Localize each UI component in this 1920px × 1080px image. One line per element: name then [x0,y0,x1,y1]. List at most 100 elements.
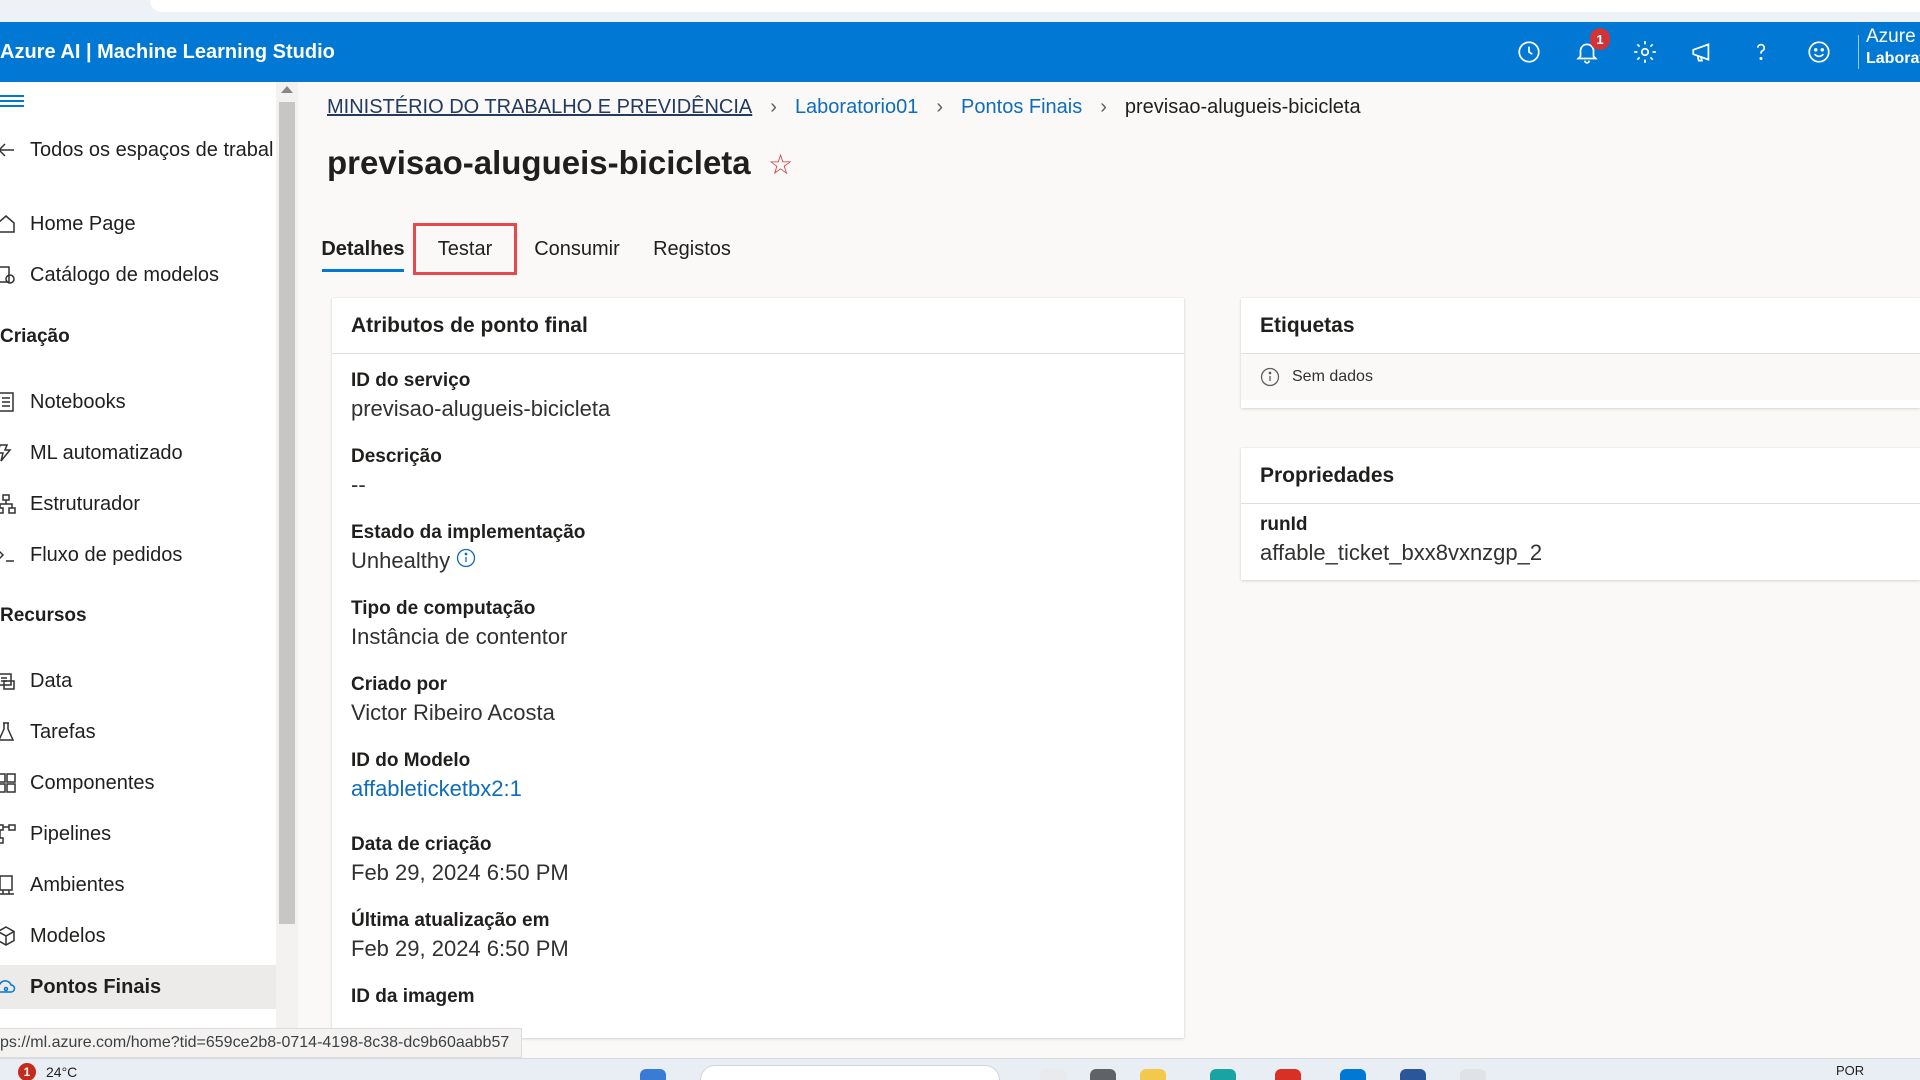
sidebar-item-model-catalog[interactable]: Catálogo de modelos [0,253,276,297]
card-title: Atributos de ponto final [332,298,1184,354]
header-separator [1858,35,1859,69]
feedback-smiley-icon[interactable] [1790,22,1848,82]
taskbar-app-icon[interactable] [1140,1069,1166,1080]
taskbar-app-icon[interactable] [1040,1069,1066,1080]
start-icon[interactable] [640,1069,666,1080]
sidebar-item-notebooks[interactable]: Notebooks [0,380,276,424]
announcement-icon[interactable] [1674,22,1732,82]
sidebar-item-jobs[interactable]: Tarefas [0,710,276,754]
tab-test[interactable]: Testar [413,223,517,275]
tab-consume[interactable]: Consumir [522,226,632,272]
sidebar-item-endpoints[interactable]: Pontos Finais [0,965,276,1009]
attr-label: ID da imagem [351,986,475,1007]
tags-card: Etiquetas Sem dados [1241,298,1920,408]
model-catalog-icon [0,263,24,287]
sidebar-item-models[interactable]: Modelos [0,914,276,958]
breadcrumb-endpoints[interactable]: Pontos Finais [961,96,1082,119]
environments-icon [0,873,24,897]
taskbar-app-icon[interactable] [1210,1069,1236,1080]
taskbar-weather[interactable]: 1 24°C [18,1063,77,1080]
home-icon [0,212,24,236]
sidebar-scrollbar[interactable] [276,82,298,1028]
attr-value: Instância de contentor [351,624,568,649]
attr-label: Última atualização em [351,910,550,931]
back-label: Todos os espaços de trabal [30,138,274,161]
info-icon[interactable] [456,548,476,568]
os-taskbar: 1 24°C POR [0,1058,1920,1080]
model-id-link[interactable]: affableticketbx2:1 [351,776,522,802]
taskbar-app-icon[interactable] [1090,1069,1116,1080]
star-outline-icon[interactable]: ☆ [768,148,793,181]
sidebar-item-data[interactable]: Data [0,659,276,703]
sidebar-item-designer[interactable]: Estruturador [0,482,276,526]
sidebar-item-pipelines[interactable]: Pipelines [0,812,276,856]
sidebar-item-home[interactable]: Home Page [0,202,276,246]
taskbar-search-box[interactable] [700,1065,1000,1080]
chevron-right-icon: › [936,95,944,118]
taskbar-app-icon[interactable] [1275,1069,1301,1080]
breadcrumb-workspace[interactable]: Laboratorio01 [795,96,918,119]
info-icon [1260,367,1280,387]
automl-icon [0,441,24,465]
gear-icon[interactable] [1616,22,1674,82]
attr-description: Descrição -- [351,446,442,498]
attr-label: ID do serviço [351,370,471,391]
taskbar-language[interactable]: POR [1836,1063,1864,1078]
models-icon [0,924,24,948]
scroll-up-arrow-icon[interactable] [281,86,293,93]
pipelines-icon [0,822,24,846]
section-recursos: Recursos [0,605,87,626]
sidebar-item-prompt-flow[interactable]: Fluxo de pedidos [0,533,276,577]
page-title: previsao-alugueis-bicicleta [327,144,751,181]
attr-value: Feb 29, 2024 6:50 PM [351,860,569,885]
main-content: MINISTÉRIO DO TRABALHO E PREVIDÊNCIA › L… [298,82,1920,1038]
breadcrumb-organization[interactable]: MINISTÉRIO DO TRABALHO E PREVIDÊNCIA [327,96,752,119]
status-bar-url: ps://ml.azure.com/home?tid=659ce2b8-0714… [0,1028,523,1058]
attr-label: Descrição [351,446,442,467]
browser-address-area [150,0,1920,12]
attr-label: Data de criação [351,834,492,855]
empty-state: Sem dados [1241,354,1920,400]
sidebar-item-environments[interactable]: Ambientes [0,863,276,907]
tab-bar: Detalhes Testar Consumir Registos [321,223,742,275]
endpoint-attributes-card: Atributos de ponto final ID do serviço p… [332,298,1184,1038]
account-menu[interactable]: Azure Laboratorio01 [1866,26,1920,68]
sidebar-item-automl[interactable]: ML automatizado [0,431,276,475]
sidebar-item-components[interactable]: Componentes [0,761,276,805]
taskbar-notification-badge: 1 [18,1063,36,1080]
back-to-workspaces[interactable]: Todos os espaços de trabal [0,128,276,172]
account-name: Azure [1866,26,1916,47]
attr-value: Feb 29, 2024 6:50 PM [351,936,569,961]
attr-value: previsao-alugueis-bicicleta [351,396,611,421]
bell-icon[interactable]: 1 [1558,22,1616,82]
header-icons: 1 [1500,22,1859,82]
attr-value: -- [351,472,366,497]
attr-value: Unhealthy [351,548,451,573]
sidebar-item-label: ML automatizado [30,441,183,464]
chevron-right-icon: › [1100,95,1107,118]
taskbar-app-icon[interactable] [1340,1069,1366,1080]
taskbar-app-icon[interactable] [1460,1069,1486,1080]
hamburger-menu-icon[interactable] [0,92,28,112]
properties-card: Propriedades runId affable_ticket_bxx8vx… [1241,448,1920,580]
notebook-icon [0,390,24,414]
attr-label: Tipo de computação [351,598,536,619]
attr-value-row: Unhealthy [351,548,585,574]
sidebar-item-label: Catálogo de modelos [30,263,220,286]
section-criacao: Criação [0,326,70,347]
attr-updated-date: Última atualização em Feb 29, 2024 6:50 … [351,910,569,962]
tab-details[interactable]: Detalhes [321,226,405,272]
chevron-right-icon: › [770,95,777,118]
sidebar-item-label: Estruturador [30,492,141,515]
help-icon[interactable] [1732,22,1790,82]
history-icon[interactable] [1500,22,1558,82]
tab-logs[interactable]: Registos [642,226,742,272]
taskbar-app-icon[interactable] [1400,1069,1426,1080]
sidebar-item-label: Modelos [30,924,106,947]
attr-label: ID do Modelo [351,750,471,771]
scrollbar-thumb[interactable] [279,102,295,924]
sidebar-item-label: Pontos Finais [30,975,162,998]
breadcrumb: MINISTÉRIO DO TRABALHO E PREVIDÊNCIA › L… [327,92,1361,122]
app-title[interactable]: Azure AI | Machine Learning Studio [0,22,335,82]
attr-label: Criado por [351,674,448,695]
